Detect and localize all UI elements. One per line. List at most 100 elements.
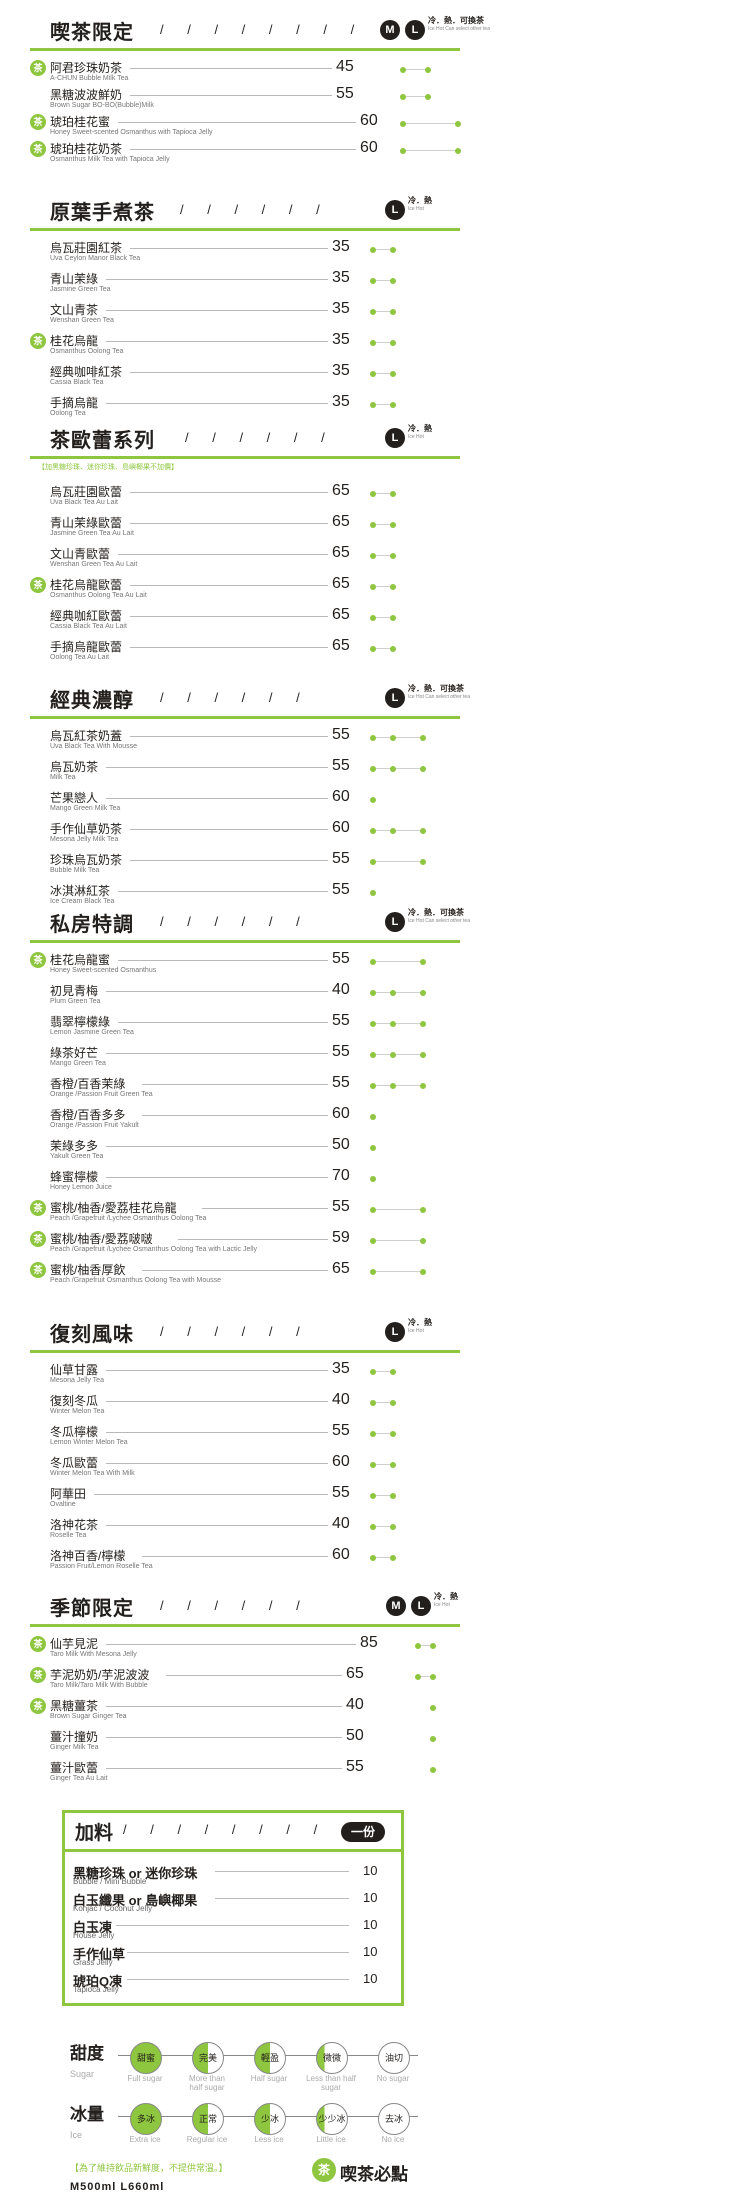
menu-item[interactable]: 烏瓦莊園歐蕾 Uva Black Tea Au Lait 65 [30,482,460,514]
topping-item[interactable]: 白玉纖果 or 島嶼椰果 Konjac / Coconut Jelly 10 [73,1890,393,1916]
item-english-name: Jasmine Green Tea Au Lait [50,530,134,537]
menu-item[interactable]: 烏瓦紅茶奶蓋 Uva Black Tea With Mousse 55 [30,726,460,758]
menu-item[interactable]: 蜂蜜檸檬 Honey Lemon Juice 70 [30,1167,460,1199]
menu-item[interactable]: 青山茉綠 Jasmine Green Tea 35 [30,269,460,301]
sweetness-option[interactable]: 輕盈 [254,2042,286,2074]
menu-item[interactable]: 文山青茶 Wenshan Green Tea 35 [30,300,460,332]
menu-item[interactable]: 茉綠多多 Yakult Green Tea 50 [30,1136,460,1168]
temperature-legend: 冷．熱．可換茶 Ice Hot Can select other tea [428,16,490,34]
temperature-legend-label: 冷．熱 [408,424,432,433]
item-english-name: Cassia Black Tea [50,379,104,386]
menu-section: 茶歐蕾系列 / / / / / / L 冷．熱 Ice Hot 【加黑糖珍珠、迷你珍珠、島… [30,422,460,661]
item-english-name: Mango Green Milk Tea [50,805,121,812]
temperature-options [30,890,460,896]
temperature-options [30,1238,460,1244]
temperature-options [30,67,460,73]
menu-item[interactable]: 香橙/百香茉綠 Orange /Passion Fruit Green Tea 55 [30,1074,460,1106]
ice-option-dot [370,646,376,652]
menu-item[interactable]: 烏瓦奶茶 Milk Tea 55 [30,757,460,789]
ice-option-dot [370,1207,376,1213]
temperature-options [30,1462,460,1468]
sweetness-option[interactable]: 完美 [192,2042,224,2074]
menu-item[interactable]: 洛神百香/檸檬 Passion Fruit/Lemon Roselle Tea 60 [30,1546,460,1578]
temperature-options [30,766,460,772]
sweetness-option[interactable]: 微微 [316,2042,348,2074]
temperature-legend: 冷．熱．可換茶 Ice Hot Can select other tea [408,908,470,926]
menu-item[interactable]: 芒果戀人 Mango Green Milk Tea 60 [30,788,460,820]
topping-item[interactable]: 黑糖珍珠 or 迷你珍珠 Bubble / Mini Bubble 10 [73,1863,393,1889]
menu-item[interactable]: 手作仙草奶茶 Mesona Jelly Milk Tea 60 [30,819,460,851]
topping-english-name: House Jelly [73,1931,115,1940]
hot-option-dot [390,735,396,741]
ice-option-dot [370,584,376,590]
decorative-slashes: / / / / / / [160,1324,310,1339]
temperature-options [30,1083,460,1089]
ice-option-dot [370,553,376,559]
menu-item[interactable]: 香橙/百香多多 Orange /Passion Fruit Yakult 60 [30,1105,460,1137]
sweetness-option[interactable]: 甜蜜 [130,2042,162,2074]
menu-item[interactable]: 翡翠檸檬綠 Lemon Jasmine Green Tea 55 [30,1012,460,1044]
item-english-name: Winter Melon Tea With Milk [50,1470,135,1477]
decorative-slashes: / / / / / / [160,914,310,929]
ice-option[interactable]: 少冰 [254,2103,286,2135]
toppings-header: 加料 / / / / / / / / 一份 [65,1813,401,1852]
menu-item[interactable]: 茶蜜桃/柚香/愛荔啵啵 Peach /Grapefruit /Lychee Osm… [30,1229,460,1261]
menu-item[interactable]: 珍珠烏瓦奶茶 Bubble Milk Tea 55 [30,850,460,882]
menu-item[interactable]: 薑汁歐蕾 Ginger Tea Au Lait 55 [30,1758,460,1790]
menu-item[interactable]: 手摘烏龍歐蕾 Oolong Tea Au Lait 65 [30,637,460,669]
temperature-options [30,1052,460,1058]
ice-option-caption: Regular ice [186,2135,228,2144]
item-english-name: Yakult Green Tea [50,1153,104,1160]
temperature-legend-sub: Ice Hot [408,434,424,440]
hot-option-dot [390,309,396,315]
sweetness-label: 甜度 [70,2044,104,2063]
menu-item[interactable]: 經典咖啡紅茶 Cassia Black Tea 35 [30,362,460,394]
menu-item[interactable]: 阿華田 Ovaltine 55 [30,1484,460,1516]
ice-option-dot [370,735,376,741]
menu-item[interactable]: 手摘烏龍 Oolong Tea 35 [30,393,460,425]
ice-option-dot [370,1555,376,1561]
ice-option-dot [415,1643,421,1649]
menu-item[interactable]: 茶桂花烏龍蜜 Honey Sweet-scented Osmanthus 55 [30,950,460,982]
menu-item[interactable]: 烏瓦莊園紅茶 Uva Ceylon Manor Black Tea 35 [30,238,460,270]
menu-item[interactable]: 茶琥珀桂花奶茶 Osmanthus Milk Tea with Tapioca J… [30,139,461,171]
tea-swap-option-dot [420,990,426,996]
topping-item[interactable]: 白玉凍 House Jelly 10 [73,1917,393,1943]
menu-item[interactable]: 冬瓜檸檬 Lemon Winter Melon Tea 55 [30,1422,460,1454]
menu-item[interactable]: 薑汁撞奶 Ginger Milk Tea 50 [30,1727,460,1759]
topping-item[interactable]: 手作仙草 Grass Jelly 10 [73,1944,393,1970]
hot-option-dot [390,371,396,377]
ice-option[interactable]: 去冰 [378,2103,410,2135]
menu-item[interactable]: 洛神花茶 Roselle Tea 40 [30,1515,460,1547]
menu-item[interactable]: 茶桂花烏龍 Osmanthus Oolong Tea 35 [30,331,460,363]
temperature-options [30,1705,460,1711]
menu-item[interactable]: 茶仙芋見泥 Taro Milk With Mesona Jelly 85 [30,1634,460,1666]
sweetness-option[interactable]: 油切 [378,2042,410,2074]
menu-item[interactable]: 茶桂花烏龍歐蕾 Osmanthus Oolong Tea Au Lait 65 [30,575,460,607]
menu-item[interactable]: 茶蜜桃/柚香厚飲 Peach /Grapefruit Osmanthus Oolo… [30,1260,460,1292]
temperature-legend: 冷．熱 Ice Hot [408,1318,432,1336]
topping-item[interactable]: 琥珀Q凍 Tapioca Jelly 10 [73,1971,393,1997]
brand-name: 喫茶必點 [340,2165,408,2184]
menu-item[interactable]: 冬瓜歐蕾 Winter Melon Tea With Milk 60 [30,1453,460,1485]
brand-logo-icon: 茶 [312,2158,336,2182]
menu-item[interactable]: 綠茶好芒 Mango Green Tea 55 [30,1043,460,1075]
item-english-name: Peach /Grapefruit /Lychee Osmanthus Oolo… [50,1215,207,1222]
ice-option-dot [370,1493,376,1499]
menu-item[interactable]: 茶蜜桃/柚香/愛荔桂花烏龍 Peach /Grapefruit /Lychee O… [30,1198,460,1230]
ice-option-dot [370,340,376,346]
menu-item[interactable]: 初見青梅 Plum Green Tea 40 [30,981,460,1013]
menu-item[interactable]: 文山青歐蕾 Wenshan Green Tea Au Lait 65 [30,544,460,576]
item-english-name: Cassia Black Tea Au Lait [50,623,127,630]
menu-item[interactable]: 茶黑糖薑茶 Brown Sugar Ginger Tea 40 [30,1696,460,1728]
ice-option[interactable]: 多冰 [130,2103,162,2135]
ice-option[interactable]: 正常 [192,2103,224,2135]
menu-item[interactable]: 茶芋泥奶奶/芋泥波波 Taro Milk/Taro Milk With Bubbl… [30,1665,460,1697]
size-badge-l: L [385,912,405,932]
ice-scale: 冰量 Ice 多冰 Extra ice 正常 Regular ice 少冰 Less ice 少… [60,2096,420,2156]
menu-item[interactable]: 經典咖紅歐蕾 Cassia Black Tea Au Lait 65 [30,606,460,638]
menu-item[interactable]: 仙草甘露 Mesona Jelly Tea 35 [30,1360,460,1392]
ice-option[interactable]: 少少冰 [316,2103,348,2135]
menu-item[interactable]: 復刻冬瓜 Winter Melon Tea 40 [30,1391,460,1423]
menu-item[interactable]: 青山茉綠歐蕾 Jasmine Green Tea Au Lait 65 [30,513,460,545]
